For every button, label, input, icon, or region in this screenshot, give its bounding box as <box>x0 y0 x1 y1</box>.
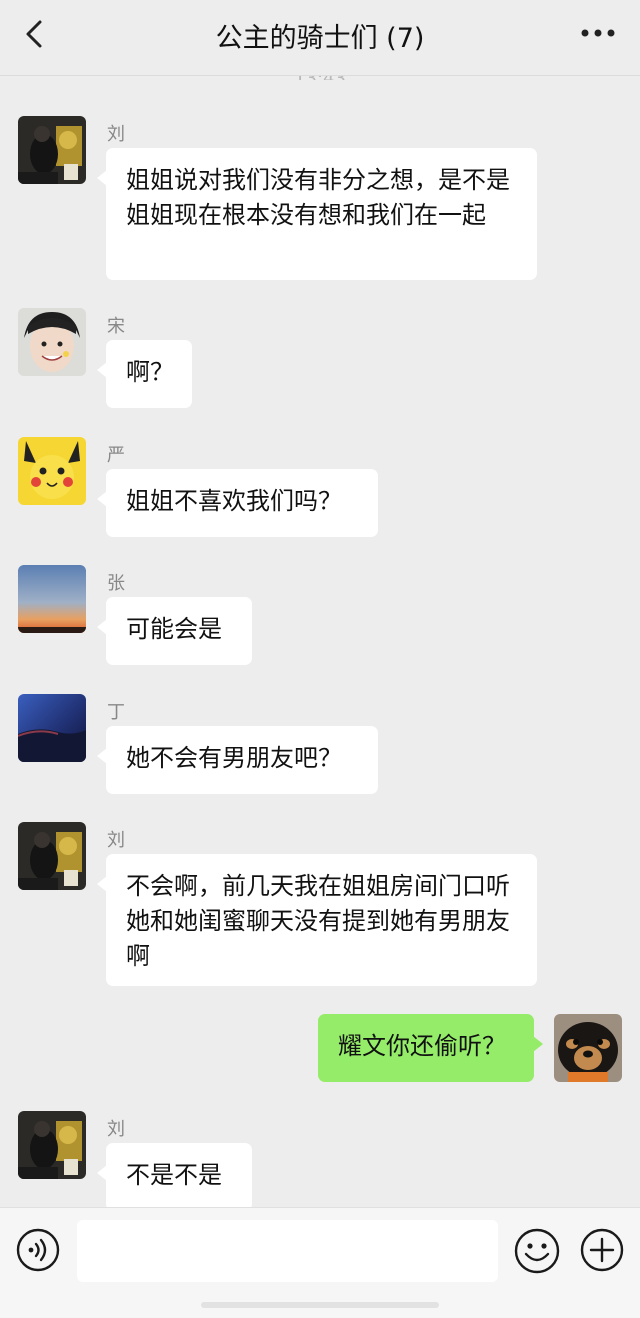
sender-name: 刘 <box>107 124 125 145</box>
more-button[interactable] <box>578 16 618 50</box>
emoji-button[interactable] <box>514 1228 560 1274</box>
message-input[interactable] <box>77 1220 498 1282</box>
sender-name: 刘 <box>107 1119 125 1140</box>
message-bubble[interactable]: 姐姐说对我们没有非分之想，是不是姐姐现在根本没有想和我们在一起 <box>97 148 537 280</box>
avatar[interactable] <box>18 308 86 376</box>
voice-icon <box>16 1228 60 1272</box>
avatar[interactable] <box>18 437 86 505</box>
sender-name: 丁 <box>107 702 125 723</box>
chat-title: 公主的骑士们 (7) <box>215 23 425 54</box>
message-bubble[interactable]: 不会啊，前几天我在姐姐房间门口听她和她闺蜜聊天没有提到她有男朋友啊 <box>97 854 537 986</box>
sender-name: 刘 <box>107 830 125 851</box>
more-dots-icon <box>581 29 615 37</box>
voice-button[interactable] <box>16 1228 60 1272</box>
emoji-icon <box>514 1228 560 1274</box>
more-functions-button[interactable] <box>580 1228 624 1272</box>
sender-name: 严 <box>107 445 125 466</box>
message-list[interactable]: 刘 姐姐说对我们没有非分之想，是不是姐姐现在根本没有想和我们在一起 宋 啊？ 严… <box>0 77 640 1207</box>
message-bubble[interactable]: 可能会是 <box>97 597 252 665</box>
plus-icon <box>580 1228 624 1272</box>
avatar[interactable] <box>18 822 86 890</box>
message-bubble[interactable]: 姐姐不喜欢我们吗？ <box>97 469 378 537</box>
message-bubble[interactable]: 啊？ <box>97 340 192 408</box>
message-bubble[interactable]: 她不会有男朋友吧？ <box>97 726 378 794</box>
message-bubble[interactable]: 耀文你还偷听？ <box>318 1014 543 1082</box>
sender-name: 张 <box>107 573 125 594</box>
avatar[interactable] <box>18 116 86 184</box>
avatar[interactable] <box>18 565 86 633</box>
sender-name: 宋 <box>107 316 125 337</box>
chat-header: 公主的骑士们 (7) <box>0 0 640 76</box>
message-bubble[interactable]: 不是不是 <box>97 1143 252 1207</box>
home-indicator[interactable] <box>201 1302 439 1308</box>
avatar[interactable] <box>18 694 86 762</box>
avatar[interactable] <box>18 1111 86 1179</box>
avatar[interactable] <box>554 1014 622 1082</box>
